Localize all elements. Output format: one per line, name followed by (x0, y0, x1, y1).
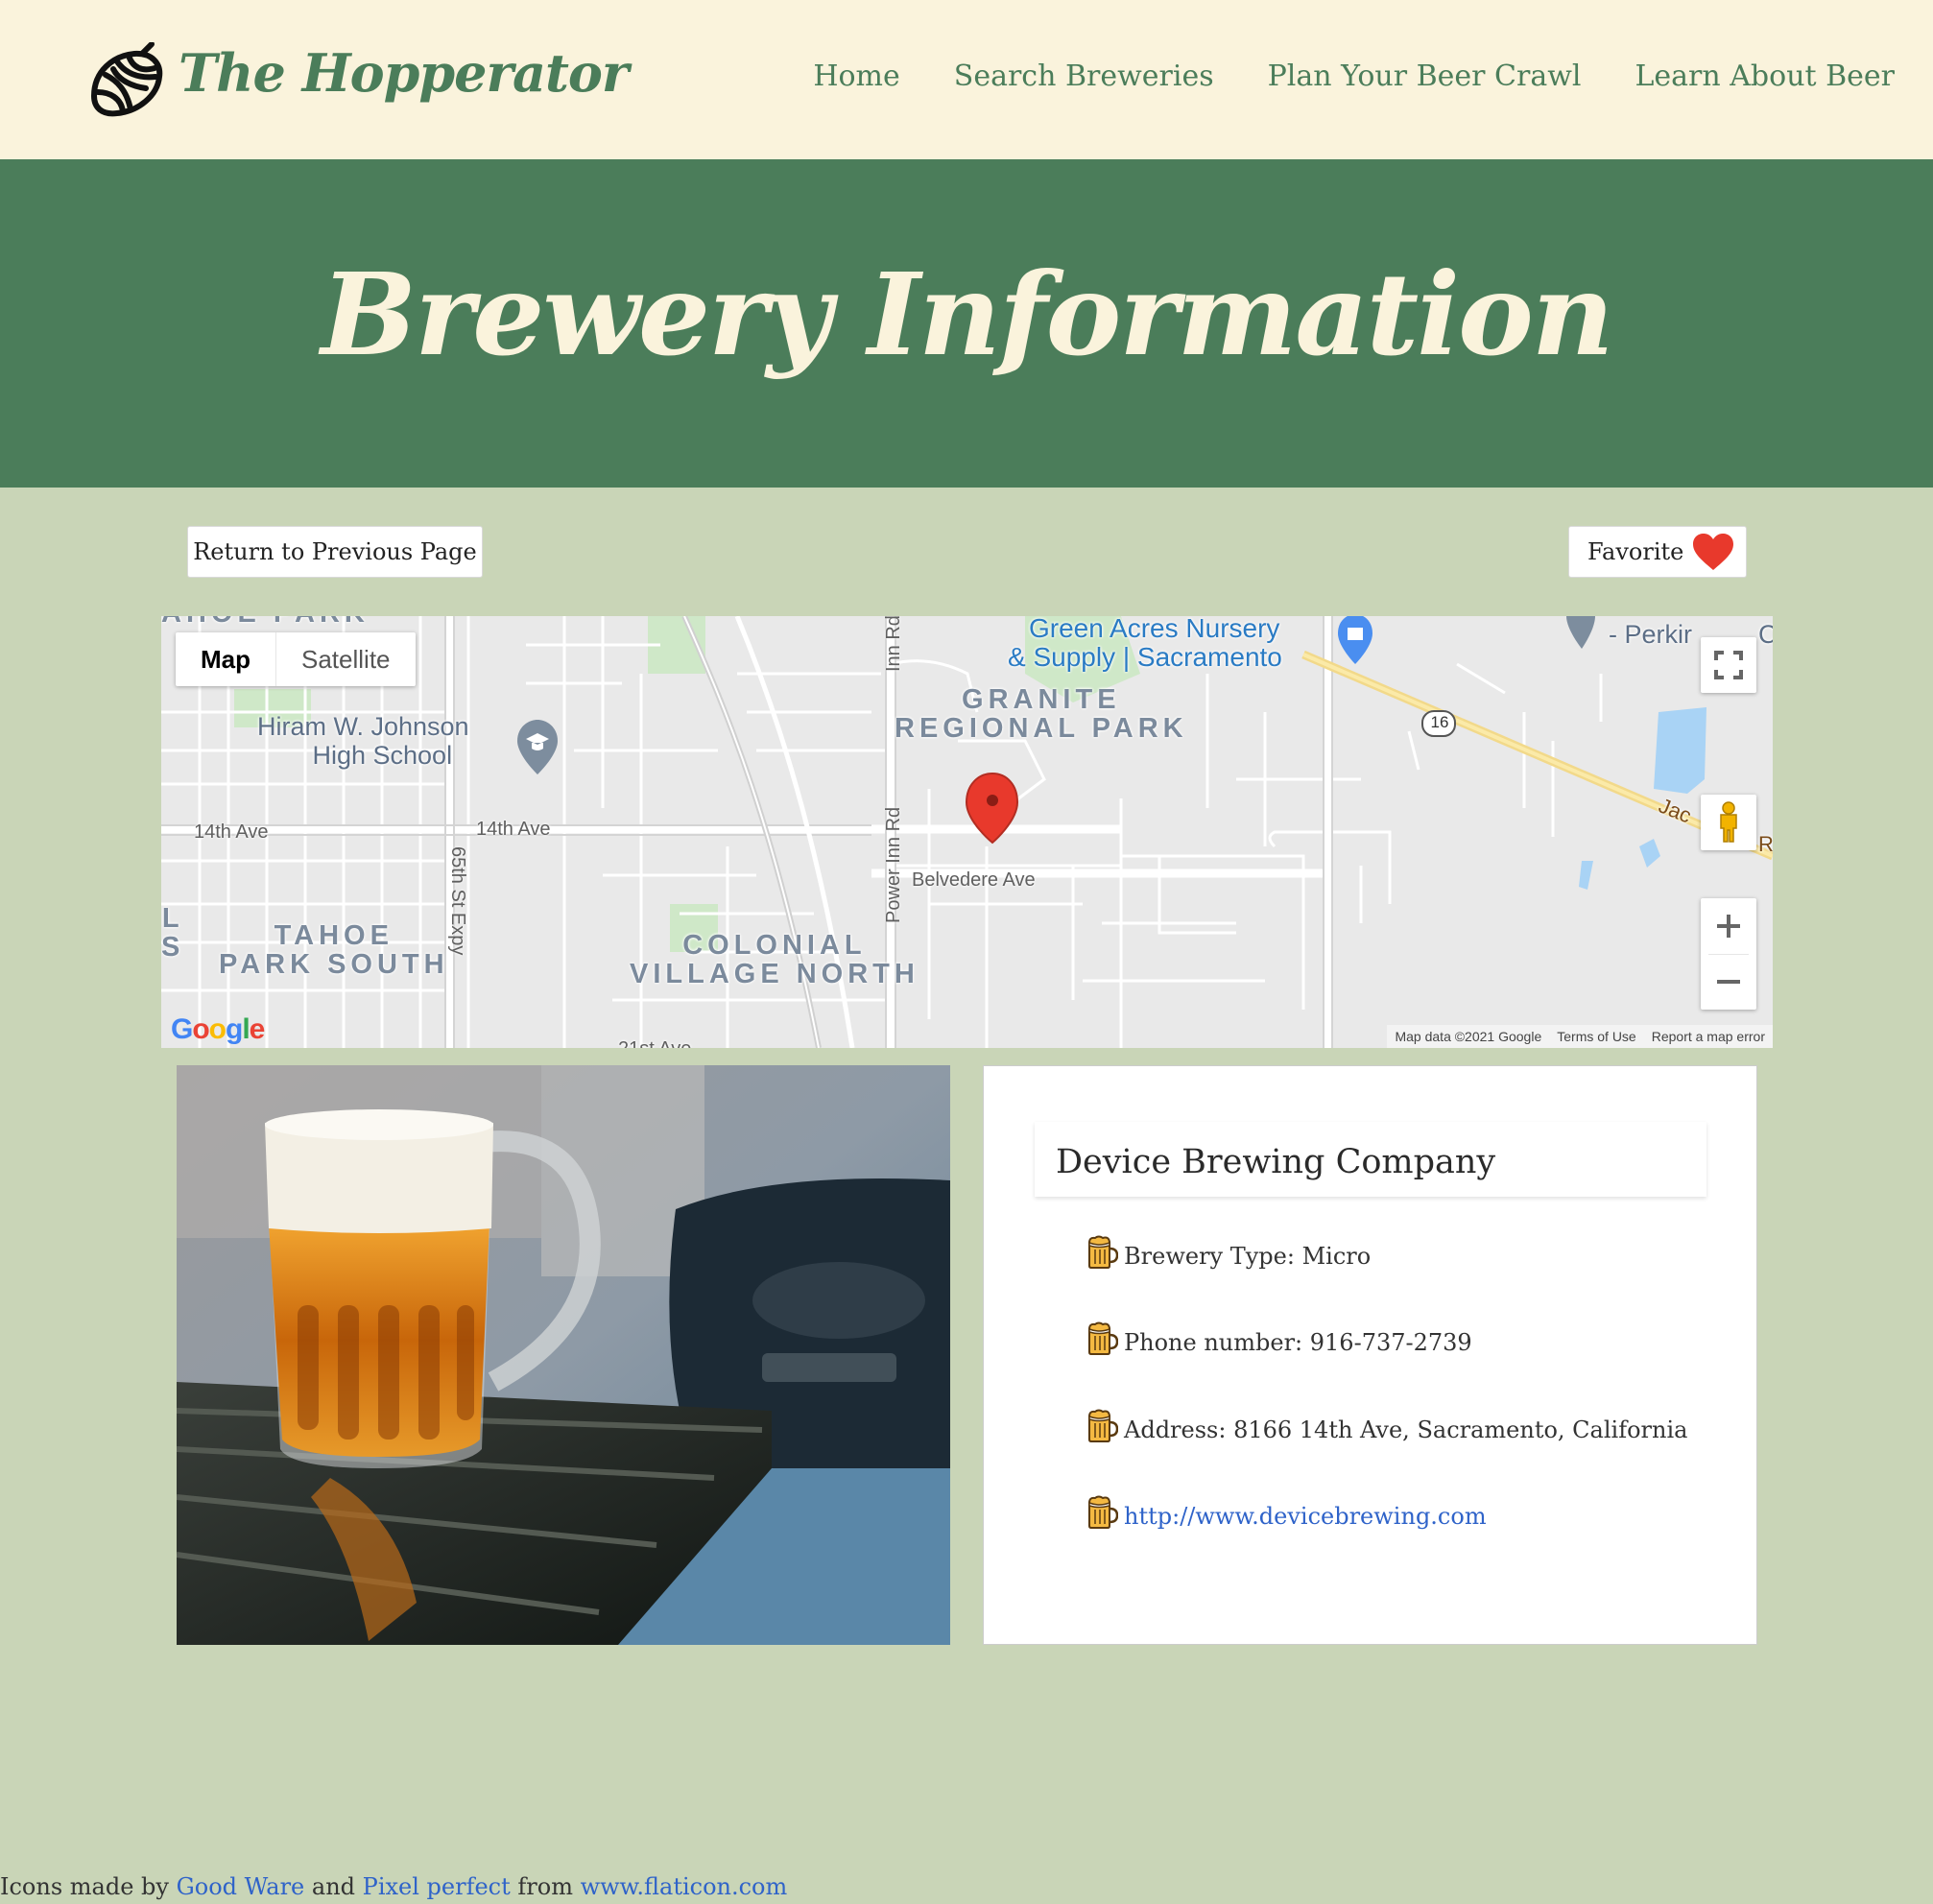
map-data-credit: Map data ©2021 Google (1395, 1029, 1542, 1044)
credits-and: and (311, 1873, 356, 1900)
map-label-tahoe-park-south: TAHOE PARK SOUTH (219, 920, 449, 980)
map-label-granite-regional-park: GRANITE REGIONAL PARK (895, 684, 1188, 744)
credits-prefix: Icons made by (0, 1873, 169, 1900)
fullscreen-icon (1714, 651, 1743, 679)
beer-photo (177, 1065, 950, 1645)
map-label-14th-ave-west: 14th Ave (194, 821, 269, 843)
brewery-map[interactable]: Green Acres Nursery & Supply | Sacrament… (161, 616, 1773, 1048)
favorite-button[interactable]: Favorite (1568, 526, 1747, 578)
zoom-control (1701, 898, 1756, 1010)
minus-icon (1717, 980, 1740, 984)
fullscreen-button[interactable] (1701, 637, 1756, 693)
terms-of-use-link[interactable]: Terms of Use (1549, 1025, 1643, 1048)
heart-icon (1693, 534, 1734, 570)
page-title: Brewery Information (321, 248, 1613, 381)
zoom-in-button[interactable] (1701, 898, 1756, 954)
map-label-21st-ave: 21st Ave (618, 1038, 691, 1048)
nav-learn-about-beer[interactable]: Learn About Beer (1635, 60, 1896, 93)
brewery-address: Address: 8166 14th Ave, Sacramento, Cali… (1124, 1416, 1688, 1443)
zoom-out-button[interactable] (1701, 954, 1756, 1010)
brewery-name: Device Brewing Company (1056, 1143, 1496, 1181)
beer-mug-photo (177, 1065, 950, 1645)
brewery-phone-row: Phone number: 916-737-2739 (1086, 1321, 1472, 1356)
report-map-error-link[interactable]: Report a map error (1644, 1025, 1773, 1048)
main-nav: Home Search Breweries Plan Your Beer Cra… (813, 60, 1895, 93)
map-label-left-edge: L S (161, 903, 185, 963)
map-label-14th-ave: 14th Ave (476, 819, 551, 840)
map-type-control: Map Satellite (176, 632, 416, 686)
hero-banner: Brewery Information (0, 159, 1933, 488)
map-label-route-16: 16 (1430, 713, 1449, 731)
credits-flaticon-link[interactable]: www.flaticon.com (581, 1873, 788, 1900)
credits-from: from (517, 1873, 573, 1900)
brewery-name-header: Device Brewing Company (1035, 1122, 1706, 1197)
map-label-power-inn-rd-north: Inn Rd (883, 616, 904, 672)
map-label-jackson-rd-2: R (1758, 832, 1773, 856)
favorite-button-label: Favorite (1587, 538, 1684, 565)
site-header: The Hopperator Home Search Breweries Pla… (0, 0, 1933, 159)
beer-mug-icon (1088, 1409, 1118, 1442)
brewery-address-row: Address: 8166 14th Ave, Sacramento, Cali… (1086, 1409, 1688, 1443)
nav-home[interactable]: Home (813, 60, 899, 93)
beer-mug-icon (1088, 1495, 1118, 1529)
pegman-icon (1720, 801, 1737, 843)
plus-icon (1717, 915, 1740, 938)
map-label-perkins-2: C (1758, 620, 1773, 649)
brewery-info-card: Device Brewing Company Brewery Type: Mic… (983, 1065, 1757, 1645)
icon-credits: Icons made by Good Ware and Pixel perfec… (0, 1873, 787, 1900)
map-label-power-inn-rd: Power Inn Rd (883, 806, 904, 923)
return-button-label: Return to Previous Page (193, 538, 477, 565)
site-brand[interactable]: The Hopperator (179, 42, 629, 104)
brewery-phone: Phone number: 916-737-2739 (1124, 1329, 1472, 1356)
map-label-65th-st-expy: 65th St Expy (447, 846, 468, 956)
map-type-map-button[interactable]: Map (176, 632, 275, 686)
map-type-satellite-button[interactable]: Satellite (275, 632, 416, 686)
brewery-website-link[interactable]: http://www.devicebrewing.com (1124, 1503, 1487, 1530)
nav-plan-beer-crawl[interactable]: Plan Your Beer Crawl (1268, 60, 1582, 93)
map-label-green-acres: Green Acres Nursery & Supply | Sacrament… (1008, 616, 1282, 672)
google-logo[interactable]: Google (171, 1013, 265, 1046)
hop-logo-icon[interactable] (84, 42, 165, 119)
map-label-belvedere-ave: Belvedere Ave (912, 869, 1036, 891)
nav-search-breweries[interactable]: Search Breweries (954, 60, 1214, 93)
brewery-website-row: http://www.devicebrewing.com (1086, 1495, 1487, 1530)
map-attribution: Map data ©2021 Google Terms of Use Repor… (1387, 1025, 1773, 1048)
map-label-colonial-village-north: COLONIAL VILLAGE NORTH (630, 930, 919, 989)
brewery-type: Brewery Type: Micro (1124, 1243, 1372, 1270)
map-label-perkins: - Perkir (1609, 620, 1692, 649)
map-label-tahoe-park: AHOE PARK (161, 616, 370, 628)
beer-mug-icon (1088, 1235, 1118, 1269)
credits-pixel-perfect-link[interactable]: Pixel perfect (363, 1873, 511, 1900)
beer-mug-icon (1088, 1321, 1118, 1355)
brewery-type-row: Brewery Type: Micro (1086, 1235, 1372, 1270)
credits-good-ware-link[interactable]: Good Ware (177, 1873, 305, 1900)
return-button[interactable]: Return to Previous Page (187, 526, 483, 578)
street-view-pegman-button[interactable] (1701, 795, 1756, 850)
map-label-hiram-johnson-school: Hiram W. Johnson High School (257, 712, 469, 770)
